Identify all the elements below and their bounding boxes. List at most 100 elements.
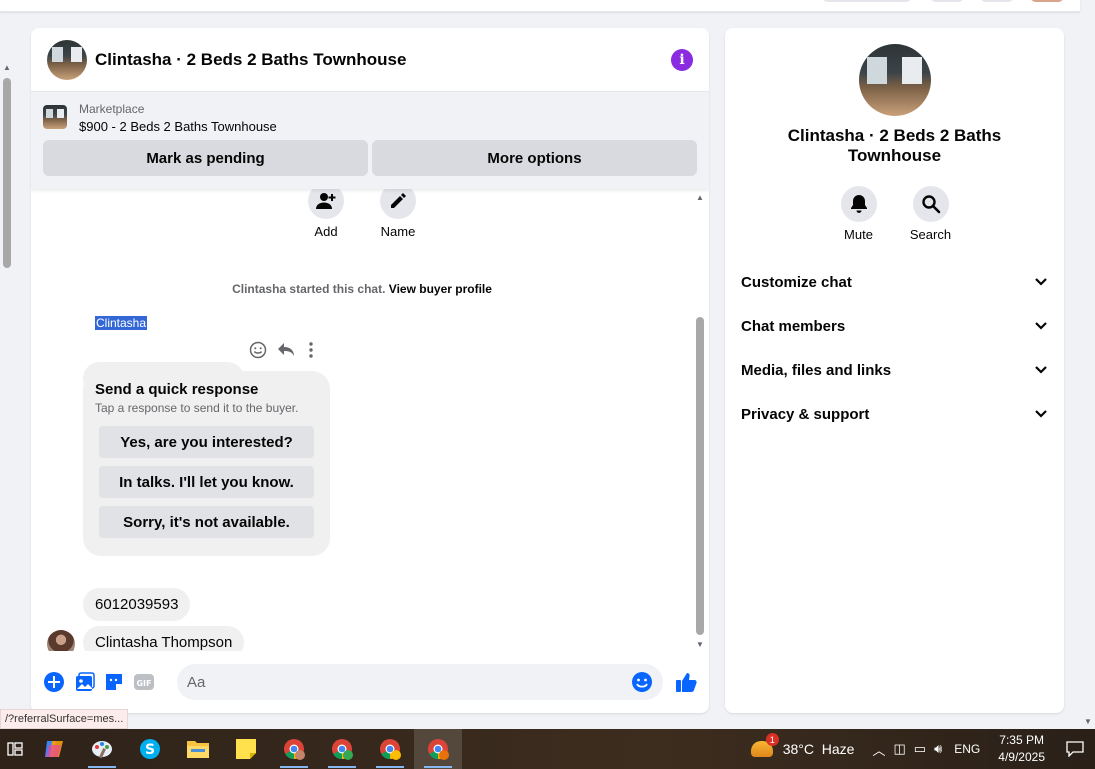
window-scrollbar[interactable]: ▼ bbox=[1080, 12, 1095, 728]
copilot-icon bbox=[45, 741, 63, 757]
taskbar-clock[interactable]: 7:35 PM 4/9/2025 bbox=[998, 732, 1045, 766]
scroll-up-arrow-icon[interactable]: ▲ bbox=[3, 63, 11, 72]
marketplace-banner: Marketplace $900 - 2 Beds 2 Baths Townho… bbox=[31, 92, 709, 189]
weather-badge: 1 bbox=[765, 733, 779, 746]
listing-price-title[interactable]: $900 - 2 Beds 2 Baths Townhouse bbox=[79, 119, 277, 134]
quick-response-option[interactable]: Yes, are you interested? bbox=[99, 426, 314, 458]
language-indicator[interactable]: ENG bbox=[954, 742, 980, 756]
add-label: Add bbox=[314, 224, 338, 239]
chevron-up-icon[interactable]: ︿ bbox=[872, 740, 885, 759]
attach-photo-button[interactable] bbox=[72, 670, 96, 694]
chat-panel: Clintasha · 2 Beds 2 Baths Townhouse i M… bbox=[31, 28, 709, 713]
camera-privacy-icon[interactable]: ◫ bbox=[893, 741, 905, 757]
taskbar-chrome-profile-1[interactable] bbox=[270, 729, 318, 769]
browser-top-bar bbox=[0, 0, 1080, 12]
volume-icon[interactable]: 🔊︎ bbox=[934, 741, 942, 757]
svg-text:S: S bbox=[145, 742, 155, 758]
sender-name: Clintasha bbox=[95, 316, 148, 330]
folder-icon bbox=[187, 741, 209, 758]
quick-response-option[interactable]: Sorry, it's not available. bbox=[99, 506, 314, 538]
emoji-icon[interactable] bbox=[631, 671, 653, 693]
top-menu-button[interactable] bbox=[930, 0, 964, 2]
chat-details-panel: Clintasha · 2 Beds 2 Baths Townhouse Mut… bbox=[725, 28, 1064, 713]
paint-icon bbox=[92, 741, 112, 759]
name-chat-button[interactable]: Name bbox=[368, 189, 428, 239]
thread-scrollbar[interactable]: ▲ ▼ bbox=[695, 189, 705, 651]
more-dots-icon[interactable] bbox=[305, 341, 317, 359]
bell-icon bbox=[850, 195, 867, 213]
taskbar-chrome-profile-2[interactable] bbox=[318, 729, 366, 769]
quick-response-title: Send a quick response bbox=[95, 381, 259, 398]
marketplace-label: Marketplace bbox=[79, 102, 145, 116]
gif-button[interactable]: GIF bbox=[132, 670, 156, 694]
taskbar-paint[interactable] bbox=[78, 729, 126, 769]
taskbar-sticky-notes[interactable] bbox=[222, 729, 270, 769]
weather-condition: Haze bbox=[821, 741, 855, 757]
chrome-icon bbox=[428, 739, 449, 760]
chat-members-section[interactable]: Chat members bbox=[725, 304, 1064, 348]
send-like-button[interactable] bbox=[674, 670, 698, 694]
listing-thumbnail[interactable] bbox=[47, 39, 87, 80]
quick-response-option[interactable]: In talks. I'll let you know. bbox=[99, 466, 314, 498]
search-icon bbox=[921, 195, 940, 214]
task-view-icon bbox=[7, 742, 23, 756]
photo-icon bbox=[76, 672, 95, 691]
message-actions bbox=[249, 341, 317, 359]
message-input[interactable]: Aa bbox=[177, 664, 663, 700]
network-icon[interactable]: ▭ bbox=[914, 741, 926, 757]
weather-widget[interactable]: 1 38°C Haze bbox=[750, 733, 855, 757]
taskbar-copilot[interactable] bbox=[30, 729, 78, 769]
quick-response-card: Send a quick response Tap a response to … bbox=[83, 371, 330, 556]
search-button[interactable]: Search bbox=[910, 186, 951, 242]
privacy-support-section[interactable]: Privacy & support bbox=[725, 392, 1064, 436]
media-files-links-section[interactable]: Media, files and links bbox=[725, 348, 1064, 392]
chrome-icon bbox=[332, 739, 353, 760]
mark-as-pending-button[interactable]: Mark as pending bbox=[43, 140, 368, 176]
section-label: Customize chat bbox=[741, 273, 852, 291]
taskbar-chrome-profile-3[interactable] bbox=[366, 729, 414, 769]
message-bubble[interactable]: Clintasha Thompson bbox=[83, 626, 245, 651]
task-view-button[interactable] bbox=[0, 729, 30, 769]
add-person-icon bbox=[316, 193, 336, 209]
message-bubble[interactable]: 6012039593 bbox=[83, 588, 191, 621]
sender-avatar[interactable] bbox=[47, 630, 75, 651]
page-scroll-thumb[interactable] bbox=[3, 78, 11, 268]
more-options-button[interactable]: More options bbox=[372, 140, 697, 176]
listing-profile-image[interactable] bbox=[858, 44, 931, 116]
chat-title[interactable]: Clintasha · 2 Beds 2 Baths Townhouse bbox=[95, 50, 671, 70]
taskbar-chrome-profile-4[interactable] bbox=[414, 729, 462, 769]
top-notifications-button[interactable] bbox=[980, 0, 1014, 2]
view-buyer-profile-link[interactable]: View buyer profile bbox=[389, 282, 492, 296]
chrome-icon bbox=[284, 739, 305, 760]
message-thread: Add Name Clintasha started this chat. Vi… bbox=[31, 189, 709, 651]
notification-icon bbox=[1066, 741, 1084, 757]
thread-scroll-down-icon[interactable]: ▼ bbox=[696, 640, 704, 649]
status-bar-url: /?referralSurface=mes... bbox=[0, 709, 129, 729]
react-emoji-icon[interactable] bbox=[249, 341, 267, 359]
plus-circle-icon bbox=[44, 672, 64, 692]
top-search-pill[interactable] bbox=[822, 0, 912, 2]
taskbar-skype[interactable]: S bbox=[126, 729, 174, 769]
top-avatar[interactable] bbox=[1030, 0, 1064, 2]
scroll-down-arrow-icon[interactable]: ▼ bbox=[1084, 717, 1092, 726]
more-actions-button[interactable] bbox=[42, 670, 66, 694]
name-label: Name bbox=[380, 224, 416, 239]
skype-icon: S bbox=[140, 739, 160, 759]
mute-button[interactable]: Mute bbox=[840, 186, 877, 242]
sticker-button[interactable] bbox=[102, 670, 126, 694]
thread-scroll-up-icon[interactable]: ▲ bbox=[696, 193, 704, 202]
page-scrollbar[interactable]: ▲ bbox=[0, 60, 14, 710]
reply-icon[interactable] bbox=[277, 342, 295, 358]
thread-scroll-thumb[interactable] bbox=[696, 317, 704, 635]
windows-taskbar: S 1 38°C Haze ︿ ◫ ▭ 🔊︎ ENG 7:35 PM 4/9/2… bbox=[0, 729, 1095, 769]
listing-small-thumbnail[interactable] bbox=[43, 105, 67, 129]
add-people-button[interactable]: Add bbox=[296, 189, 356, 239]
notification-center-button[interactable] bbox=[1055, 729, 1095, 769]
taskbar-file-explorer[interactable] bbox=[174, 729, 222, 769]
customize-chat-section[interactable]: Customize chat bbox=[725, 260, 1064, 304]
message-composer: GIF Aa bbox=[31, 651, 709, 713]
search-label: Search bbox=[909, 227, 952, 242]
details-title: Clintasha · 2 Beds 2 Baths Townhouse bbox=[787, 126, 1002, 165]
info-icon[interactable]: i bbox=[671, 48, 693, 71]
chevron-down-icon bbox=[1035, 366, 1047, 374]
